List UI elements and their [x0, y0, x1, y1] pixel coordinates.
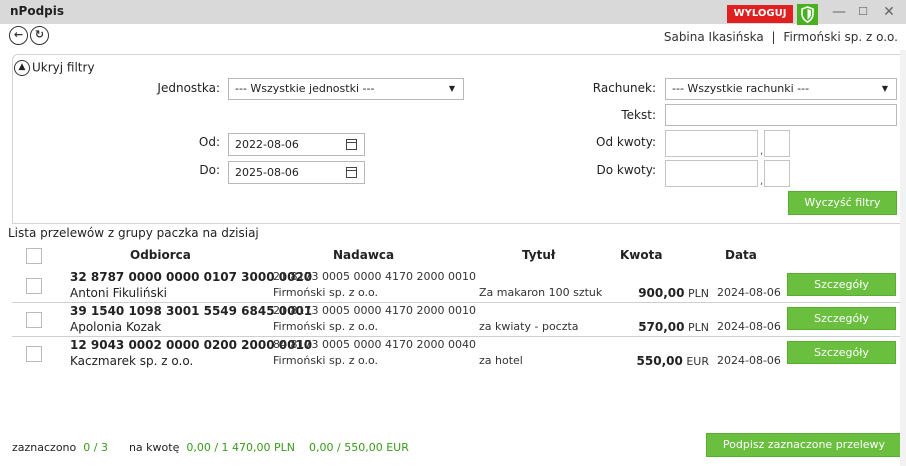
logout-button[interactable]: WYLOGUJ — [727, 5, 793, 23]
table-row[interactable]: 12 9043 0002 0000 0200 2000 0010 Kaczmar… — [12, 338, 900, 371]
recipient-name: Apolonia Kozak — [70, 320, 162, 334]
column-header-amount[interactable]: Kwota — [620, 248, 662, 262]
sender-account: 84 8173 0005 0000 4170 2000 0040 — [273, 338, 476, 351]
from-date-value: 2022-08-06 — [235, 138, 299, 151]
transfer-date: 2024-08-06 — [717, 320, 781, 333]
unit-label: Jednostka: — [157, 81, 220, 95]
column-header-date[interactable]: Data — [725, 248, 757, 262]
amount-value: 570,00 — [638, 320, 685, 334]
row-checkbox[interactable] — [26, 278, 42, 294]
text-input[interactable] — [665, 104, 897, 126]
text-label: Tekst: — [621, 108, 656, 122]
app-title: nPodpis — [10, 4, 65, 18]
from-date-label: Od: — [198, 135, 220, 149]
maximize-button[interactable]: ☐ — [850, 2, 876, 22]
transfer-amount: 550,00 EUR — [637, 354, 709, 368]
calendar-icon[interactable] — [346, 139, 357, 150]
selection-summary: zaznaczono 0 / 3 na kwotę 0,00 / 1 470,0… — [12, 441, 409, 454]
amount-from-whole-input[interactable] — [665, 130, 758, 157]
company-name: Firmoński sp. z o.o. — [783, 30, 898, 44]
account-select[interactable]: --- Wszystkie rachunki --- ▼ — [665, 78, 897, 100]
toggle-filters[interactable]: ▲ Ukryj filtry — [14, 60, 95, 76]
amount-to-label: Do kwoty: — [596, 163, 656, 177]
close-button[interactable]: ✕ — [876, 2, 902, 22]
transfer-amount: 900,00 PLN — [638, 286, 709, 300]
column-header-sender[interactable]: Nadawca — [333, 248, 394, 262]
selected-count: 0 / 3 — [83, 441, 108, 454]
details-button[interactable]: Szczegóły — [787, 341, 896, 364]
unit-select[interactable]: --- Wszystkie jednostki --- ▼ — [228, 78, 464, 100]
sender-name: Firmoński sp. z o.o. — [273, 354, 379, 367]
transfer-title: za kwiaty - poczta — [479, 320, 579, 333]
sender-account: 21 8173 0005 0000 4170 2000 0010 — [273, 270, 476, 283]
row-checkbox[interactable] — [26, 346, 42, 362]
chevron-up-icon: ▲ — [14, 60, 30, 76]
nav-bar: ← ↻ Sabina Ikasińska | Firmoński sp. z o… — [0, 24, 906, 50]
sign-selected-button[interactable]: Podpisz zaznaczone przelewy — [706, 433, 902, 457]
toggle-filters-label: Ukryj filtry — [32, 60, 95, 75]
eur-total: 0,00 / 550,00 EUR — [309, 441, 409, 454]
user-name: Sabina Ikasińska — [663, 30, 764, 44]
amount-value: 900,00 — [638, 286, 685, 300]
amount-value: 550,00 — [636, 354, 683, 368]
minimize-button[interactable]: — — [826, 2, 852, 22]
currency: EUR — [686, 355, 709, 368]
dropdown-arrow-icon: ▼ — [448, 84, 455, 93]
account-select-value: --- Wszystkie rachunki --- — [672, 82, 810, 95]
comma-separator: , — [760, 146, 764, 157]
transfer-title: za hotel — [479, 354, 523, 367]
scrollbar[interactable] — [900, 50, 906, 466]
clear-filters-button[interactable]: Wyczyść filtry — [788, 191, 897, 215]
amount-from-fraction-input[interactable] — [764, 130, 790, 157]
table-row[interactable]: 39 1540 1098 3001 5549 6845 0001 Apoloni… — [12, 304, 900, 337]
dropdown-arrow-icon: ▼ — [881, 84, 888, 93]
refresh-icon[interactable]: ↻ — [30, 26, 49, 45]
transfer-date: 2024-08-06 — [717, 286, 781, 299]
column-header-title[interactable]: Tytuł — [522, 248, 555, 262]
table-row[interactable]: 32 8787 0000 0000 0107 3000 0020 Antoni … — [12, 270, 900, 303]
to-date-input[interactable]: 2025-08-06 — [228, 161, 365, 184]
sender-name: Firmoński sp. z o.o. — [273, 320, 379, 333]
calendar-icon[interactable] — [346, 167, 357, 178]
separator: | — [771, 30, 776, 44]
row-checkbox[interactable] — [26, 312, 42, 328]
from-date-input[interactable]: 2022-08-06 — [228, 133, 365, 156]
comma-separator: , — [760, 176, 764, 187]
selected-label: zaznaczono — [12, 441, 77, 454]
to-date-value: 2025-08-06 — [235, 166, 299, 179]
pln-total: 0,00 / 1 470,00 PLN — [186, 441, 296, 454]
account-label: Rachunek: — [592, 81, 656, 95]
transfer-date: 2024-08-06 — [717, 354, 781, 367]
list-title: Lista przelewów z grupy paczka na dzisia… — [8, 226, 259, 240]
details-button[interactable]: Szczegóły — [787, 273, 896, 296]
shield-icon — [797, 4, 818, 25]
sender-account: 21 8173 0005 0000 4170 2000 0010 — [273, 304, 476, 317]
unit-select-value: --- Wszystkie jednostki --- — [235, 82, 375, 95]
title-bar: nPodpis WYLOGUJ — ☐ ✕ — [0, 0, 906, 25]
back-icon[interactable]: ← — [9, 26, 28, 45]
select-all-checkbox[interactable] — [26, 248, 42, 264]
to-date-label: Do: — [199, 163, 220, 177]
currency: PLN — [688, 287, 709, 300]
details-button[interactable]: Szczegóły — [787, 307, 896, 330]
amount-from-label: Od kwoty: — [596, 135, 656, 149]
amount-to-fraction-input[interactable] — [764, 160, 790, 187]
currency: PLN — [688, 321, 709, 334]
amount-to-whole-input[interactable] — [665, 160, 758, 187]
transfer-amount: 570,00 PLN — [638, 320, 709, 334]
recipient-name: Kaczmarek sp. z o.o. — [70, 354, 194, 368]
transfer-title: Za makaron 100 sztuk — [479, 286, 603, 299]
recipient-name: Antoni Fikuliński — [70, 286, 167, 300]
column-header-recipient[interactable]: Odbiorca — [130, 248, 191, 262]
amount-label: na kwotę — [128, 441, 180, 454]
sender-name: Firmoński sp. z o.o. — [273, 286, 379, 299]
user-info: Sabina Ikasińska | Firmoński sp. z o.o. — [664, 30, 898, 44]
